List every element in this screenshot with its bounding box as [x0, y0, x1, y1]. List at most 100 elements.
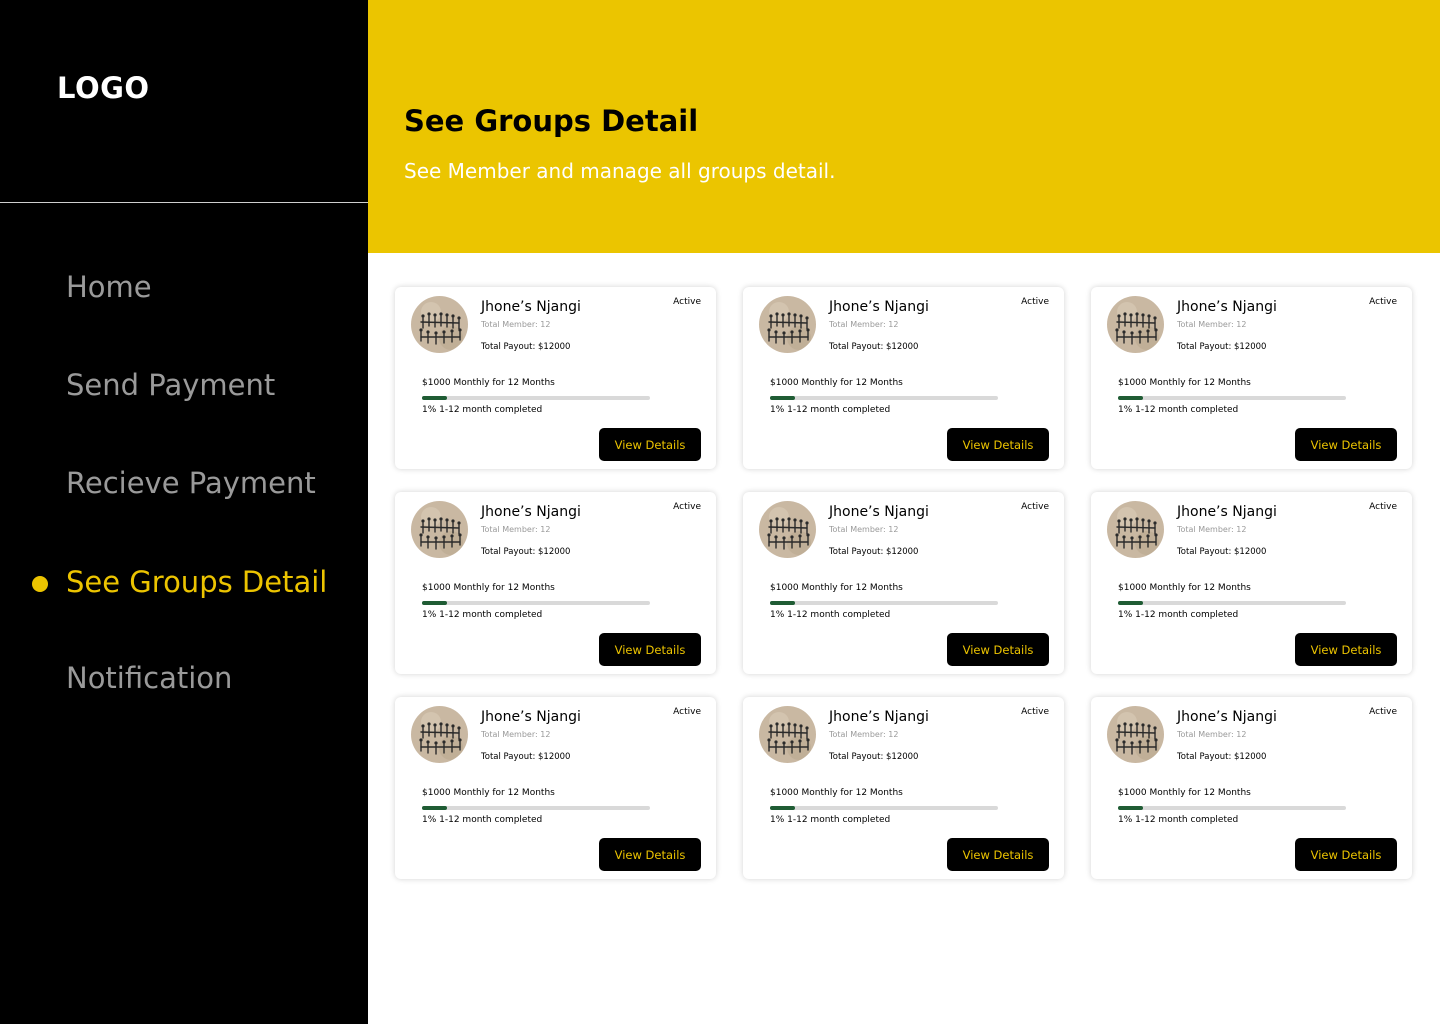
total-payout: Total Payout: $12000 [829, 547, 919, 557]
progress-text: 1% 1-12 month completed [770, 815, 891, 825]
payment-plan: $1000 Monthly for 12 Months [1118, 788, 1251, 798]
progress-bar [770, 601, 998, 605]
group-card: Jhone’s Njangi Total Member: 12 Total Pa… [395, 697, 716, 879]
sidebar: LOGO Home Send Payment Recieve Payment S… [0, 0, 368, 1024]
payment-plan: $1000 Monthly for 12 Months [422, 788, 555, 798]
payment-plan: $1000 Monthly for 12 Months [1118, 583, 1251, 593]
group-photo-icon [759, 706, 816, 763]
page-title: See Groups Detail [404, 104, 699, 138]
group-card: Jhone’s Njangi Total Member: 12 Total Pa… [1091, 287, 1412, 469]
progress-bar-fill [1118, 601, 1144, 605]
view-details-button[interactable]: View Details [599, 633, 701, 666]
group-photo-icon [759, 501, 816, 558]
total-payout: Total Payout: $12000 [829, 752, 919, 762]
payment-plan: $1000 Monthly for 12 Months [770, 378, 903, 388]
group-card: Jhone’s Njangi Total Member: 12 Total Pa… [395, 287, 716, 469]
progress-text: 1% 1-12 month completed [1118, 405, 1239, 415]
progress-bar [1118, 806, 1346, 810]
logo: LOGO [57, 71, 150, 105]
progress-bar-fill [422, 396, 448, 400]
progress-bar [422, 806, 650, 810]
group-name: Jhone’s Njangi [1177, 709, 1277, 725]
view-details-button[interactable]: View Details [947, 428, 1049, 461]
view-details-button[interactable]: View Details [947, 633, 1049, 666]
payment-plan: $1000 Monthly for 12 Months [770, 583, 903, 593]
status-badge: Active [1021, 707, 1049, 717]
total-members: Total Member: 12 [829, 525, 899, 534]
group-photo-icon [1107, 706, 1164, 763]
group-card: Jhone’s Njangi Total Member: 12 Total Pa… [743, 287, 1064, 469]
group-card: Jhone’s Njangi Total Member: 12 Total Pa… [743, 697, 1064, 879]
total-payout: Total Payout: $12000 [1177, 342, 1267, 352]
progress-bar [1118, 601, 1346, 605]
group-name: Jhone’s Njangi [481, 709, 581, 725]
group-photo-icon [759, 296, 816, 353]
total-payout: Total Payout: $12000 [829, 342, 919, 352]
group-card: Jhone’s Njangi Total Member: 12 Total Pa… [1091, 697, 1412, 879]
view-details-button[interactable]: View Details [599, 428, 701, 461]
status-badge: Active [1369, 707, 1397, 717]
payment-plan: $1000 Monthly for 12 Months [422, 378, 555, 388]
payment-plan: $1000 Monthly for 12 Months [1118, 378, 1251, 388]
group-photo-icon [1107, 501, 1164, 558]
total-members: Total Member: 12 [1177, 730, 1247, 739]
total-members: Total Member: 12 [481, 320, 551, 329]
app: LOGO Home Send Payment Recieve Payment S… [0, 0, 1440, 1024]
group-photo-icon [1107, 296, 1164, 353]
status-badge: Active [673, 707, 701, 717]
nav-item-see-groups-detail[interactable]: See Groups Detail [66, 565, 327, 599]
progress-bar [1118, 396, 1346, 400]
group-name: Jhone’s Njangi [481, 299, 581, 315]
group-name: Jhone’s Njangi [1177, 299, 1277, 315]
group-photo-icon [411, 706, 468, 763]
progress-bar-fill [422, 601, 448, 605]
progress-bar [422, 601, 650, 605]
group-name: Jhone’s Njangi [829, 709, 929, 725]
total-members: Total Member: 12 [481, 730, 551, 739]
group-photo-icon [411, 501, 468, 558]
total-payout: Total Payout: $12000 [481, 547, 571, 557]
progress-bar-fill [1118, 396, 1144, 400]
nav-item-send-payment[interactable]: Send Payment [66, 368, 275, 402]
payment-plan: $1000 Monthly for 12 Months [770, 788, 903, 798]
progress-text: 1% 1-12 month completed [1118, 815, 1239, 825]
total-payout: Total Payout: $12000 [1177, 547, 1267, 557]
progress-bar [770, 396, 998, 400]
total-payout: Total Payout: $12000 [481, 342, 571, 352]
group-card: Jhone’s Njangi Total Member: 12 Total Pa… [395, 492, 716, 674]
group-name: Jhone’s Njangi [1177, 504, 1277, 520]
group-card: Jhone’s Njangi Total Member: 12 Total Pa… [1091, 492, 1412, 674]
view-details-button[interactable]: View Details [1295, 428, 1397, 461]
progress-bar [422, 396, 650, 400]
status-badge: Active [1369, 297, 1397, 307]
group-name: Jhone’s Njangi [829, 504, 929, 520]
view-details-button[interactable]: View Details [1295, 838, 1397, 871]
view-details-button[interactable]: View Details [599, 838, 701, 871]
view-details-button[interactable]: View Details [1295, 633, 1397, 666]
total-members: Total Member: 12 [481, 525, 551, 534]
status-badge: Active [673, 502, 701, 512]
total-members: Total Member: 12 [1177, 320, 1247, 329]
group-name: Jhone’s Njangi [481, 504, 581, 520]
view-details-button[interactable]: View Details [947, 838, 1049, 871]
progress-bar-fill [770, 396, 796, 400]
progress-bar-fill [1118, 806, 1144, 810]
status-badge: Active [1021, 502, 1049, 512]
total-members: Total Member: 12 [829, 730, 899, 739]
nav-item-notification[interactable]: Notification [66, 661, 232, 695]
progress-text: 1% 1-12 month completed [770, 610, 891, 620]
group-card: Jhone’s Njangi Total Member: 12 Total Pa… [743, 492, 1064, 674]
nav-item-recieve-payment[interactable]: Recieve Payment [66, 466, 316, 500]
nav-item-home[interactable]: Home [66, 270, 152, 304]
progress-text: 1% 1-12 month completed [770, 405, 891, 415]
groups-grid: Jhone’s Njangi Total Member: 12 Total Pa… [395, 287, 1413, 880]
page-header: See Groups Detail See Member and manage … [368, 0, 1440, 253]
progress-text: 1% 1-12 month completed [422, 610, 543, 620]
status-badge: Active [1021, 297, 1049, 307]
progress-text: 1% 1-12 month completed [422, 405, 543, 415]
progress-text: 1% 1-12 month completed [1118, 610, 1239, 620]
progress-bar-fill [422, 806, 448, 810]
progress-bar-fill [770, 806, 796, 810]
page-subtitle: See Member and manage all groups detail. [404, 159, 836, 183]
total-payout: Total Payout: $12000 [1177, 752, 1267, 762]
